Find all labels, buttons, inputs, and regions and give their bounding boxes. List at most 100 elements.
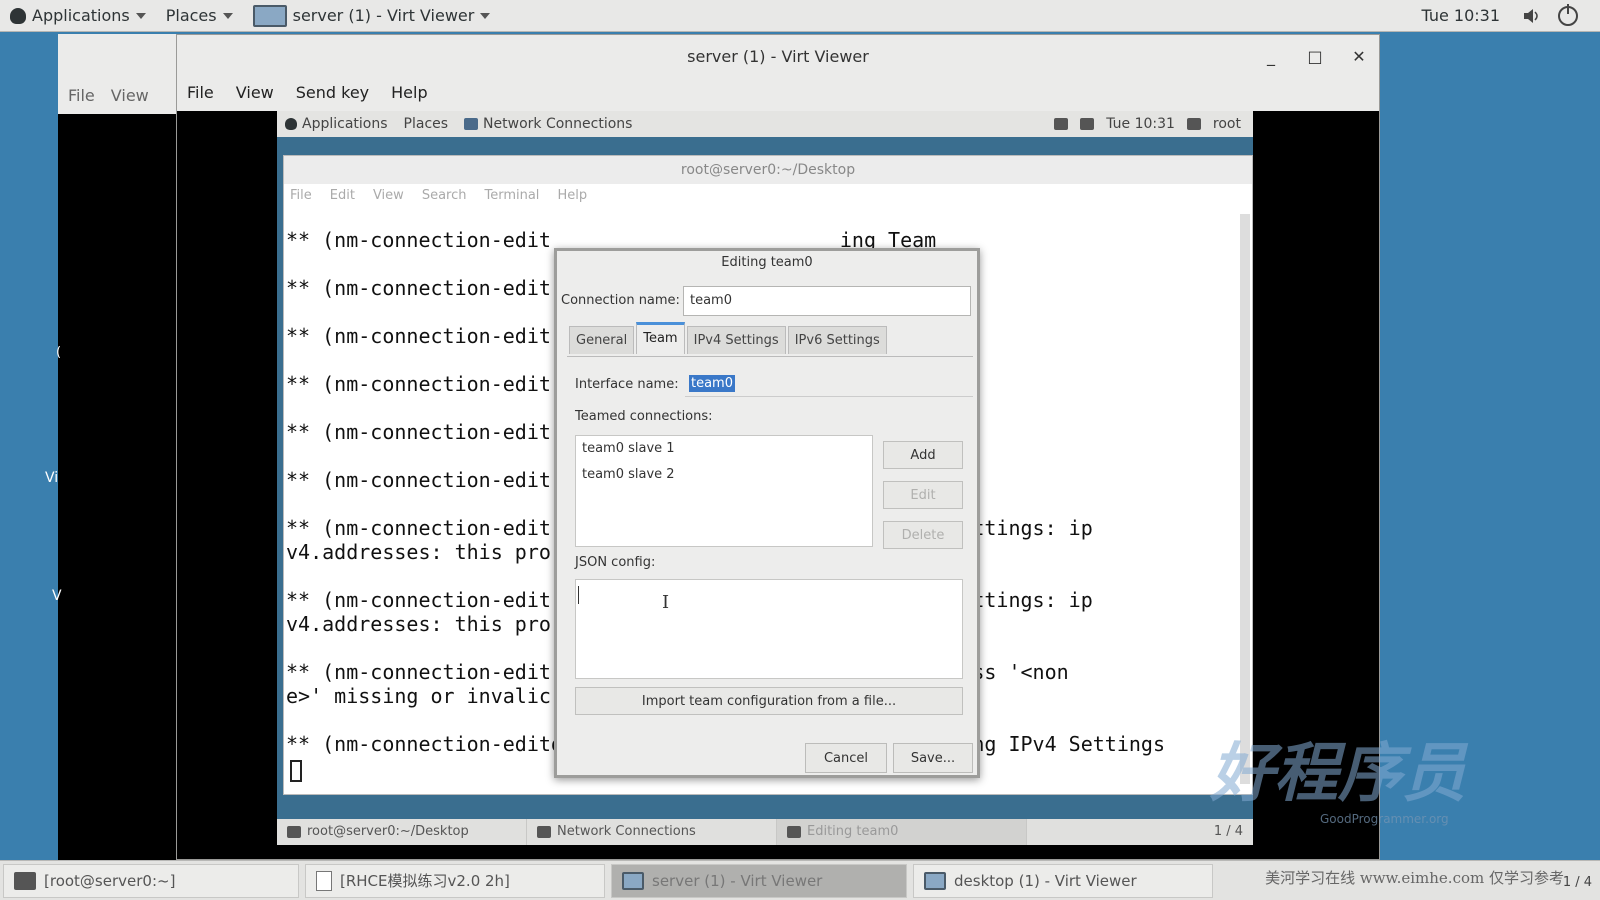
tab-ipv6-settings[interactable]: IPv6 Settings bbox=[787, 326, 887, 354]
guest-status-area: Tue 10:31 root bbox=[1054, 111, 1241, 137]
menu-help[interactable]: Help bbox=[391, 83, 427, 102]
connection-name-input[interactable]: team0 bbox=[683, 286, 971, 316]
active-window-label: server (1) - Virt Viewer bbox=[292, 6, 475, 25]
watermark-main: 好程序员 bbox=[1210, 736, 1466, 811]
import-config-button[interactable]: Import team configuration from a file... bbox=[575, 687, 963, 715]
guest-applications-menu[interactable]: Applications bbox=[277, 116, 396, 132]
tab-ipv4-settings[interactable]: IPv4 Settings bbox=[686, 326, 786, 354]
guest-places-label: Places bbox=[403, 116, 449, 132]
network-connections-icon bbox=[537, 826, 551, 838]
host-task-server-viewer[interactable]: server (1) - Virt Viewer bbox=[611, 863, 907, 898]
term-menu-terminal[interactable]: Terminal bbox=[484, 188, 539, 203]
terminal-cursor bbox=[290, 760, 302, 782]
dialog-title: Editing team0 bbox=[721, 255, 813, 270]
connection-name-label: Connection name: bbox=[561, 293, 680, 308]
guest-task-network[interactable]: Network Connections bbox=[527, 819, 777, 845]
virt-viewer-icon bbox=[924, 871, 946, 890]
bg-menu-file[interactable]: File bbox=[68, 86, 95, 105]
host-task-label: [RHCE模拟练习v2.0 2h] bbox=[340, 872, 510, 890]
desktop-label: Vi bbox=[45, 470, 59, 486]
places-label: Places bbox=[165, 6, 217, 25]
terminal-icon bbox=[14, 871, 36, 890]
text-caret bbox=[578, 586, 579, 604]
desktop-label: ( bbox=[56, 345, 62, 360]
list-item[interactable]: team0 slave 1 bbox=[576, 436, 872, 462]
chevron-down-icon bbox=[135, 12, 146, 19]
terminal-menubar: File Edit View Search Terminal Help bbox=[290, 188, 587, 203]
term-menu-file[interactable]: File bbox=[290, 188, 312, 203]
menu-file[interactable]: File bbox=[187, 83, 214, 102]
host-task-label: [root@server0:~] bbox=[44, 871, 176, 890]
close-icon[interactable]: ✕ bbox=[1347, 45, 1371, 69]
guest-desktop[interactable]: Applications Places Network Connections … bbox=[277, 111, 1253, 845]
term-menu-help[interactable]: Help bbox=[557, 188, 587, 203]
gnome-foot-icon bbox=[285, 118, 297, 130]
host-task-desktop-viewer[interactable]: desktop (1) - Virt Viewer bbox=[913, 863, 1213, 898]
gnome-foot-icon bbox=[10, 7, 26, 24]
terminal-scrollbar[interactable] bbox=[1240, 214, 1250, 784]
save-button[interactable]: Save... bbox=[893, 743, 973, 773]
host-clock[interactable]: Tue 10:31 bbox=[1421, 0, 1500, 32]
background-viewer-window[interactable]: File View bbox=[58, 34, 178, 860]
guest-taskbar: root@server0:~/Desktop Network Connectio… bbox=[277, 819, 1253, 845]
terminal-icon bbox=[287, 826, 301, 838]
menu-send-key[interactable]: Send key bbox=[296, 83, 369, 102]
json-config-textarea[interactable]: I bbox=[575, 579, 963, 679]
host-task-label: desktop (1) - Virt Viewer bbox=[954, 871, 1137, 890]
term-menu-search[interactable]: Search bbox=[422, 188, 467, 203]
team-tab-panel: Interface name: team0 Teamed connections… bbox=[567, 356, 973, 715]
terminal-title: root@server0:~/Desktop bbox=[284, 156, 1252, 184]
guest-places-menu[interactable]: Places bbox=[396, 116, 457, 132]
json-config-label: JSON config: bbox=[575, 555, 656, 570]
host-task-rhce[interactable]: [RHCE模拟练习v2.0 2h] bbox=[305, 863, 605, 898]
document-icon bbox=[316, 870, 332, 891]
desktop-label: V bbox=[52, 588, 62, 604]
network-connections-icon bbox=[464, 118, 479, 130]
interface-name-label: Interface name: bbox=[575, 377, 679, 392]
guest-task-terminal[interactable]: root@server0:~/Desktop bbox=[277, 819, 527, 845]
applications-menu[interactable]: Applications bbox=[0, 0, 156, 32]
active-window-menu[interactable]: server (1) - Virt Viewer bbox=[243, 0, 501, 32]
guest-task-label: Network Connections bbox=[557, 824, 696, 839]
term-menu-edit[interactable]: Edit bbox=[330, 188, 355, 203]
viewer-screen[interactable]: Applications Places Network Connections … bbox=[177, 111, 1379, 859]
host-top-bar: Applications Places server (1) - Virt Vi… bbox=[0, 0, 1600, 32]
delete-button[interactable]: Delete bbox=[883, 521, 963, 549]
tab-team[interactable]: Team bbox=[636, 322, 685, 354]
tab-general[interactable]: General bbox=[569, 326, 635, 354]
cancel-button[interactable]: Cancel bbox=[805, 743, 887, 773]
host-workspace-indicator[interactable]: 1 / 4 bbox=[1563, 875, 1592, 890]
network-icon[interactable] bbox=[1080, 118, 1095, 130]
network-connections-icon bbox=[787, 826, 801, 838]
virt-viewer-window: server (1) - Virt Viewer _ □ ✕ File View… bbox=[176, 34, 1380, 860]
volume-icon[interactable] bbox=[1522, 6, 1542, 26]
guest-task-editing[interactable]: Editing team0 bbox=[777, 819, 1027, 845]
guest-user[interactable]: root bbox=[1213, 116, 1241, 132]
power-icon[interactable] bbox=[1558, 4, 1578, 26]
user-icon bbox=[1186, 118, 1201, 130]
applications-label: Applications bbox=[32, 6, 130, 25]
host-taskbar: [root@server0:~] [RHCE模拟练习v2.0 2h] serve… bbox=[0, 860, 1600, 900]
places-menu[interactable]: Places bbox=[156, 0, 243, 32]
guest-active-window[interactable]: Network Connections bbox=[456, 116, 640, 132]
interface-name-input[interactable]: team0 bbox=[685, 371, 973, 397]
host-task-terminal[interactable]: [root@server0:~] bbox=[3, 863, 299, 898]
list-item[interactable]: team0 slave 2 bbox=[576, 462, 872, 488]
menu-view[interactable]: View bbox=[236, 83, 274, 102]
bg-viewer-menu: File View bbox=[68, 86, 149, 105]
add-button[interactable]: Add bbox=[883, 441, 963, 469]
minimize-icon[interactable]: _ bbox=[1259, 45, 1283, 69]
guest-task-label: Editing team0 bbox=[807, 824, 899, 839]
volume-icon[interactable] bbox=[1054, 118, 1069, 130]
bg-menu-view[interactable]: View bbox=[111, 86, 149, 105]
teamed-connections-list[interactable]: team0 slave 1 team0 slave 2 bbox=[575, 435, 873, 547]
edit-button[interactable]: Edit bbox=[883, 481, 963, 509]
terminal-window[interactable]: root@server0:~/Desktop File Edit View Se… bbox=[283, 155, 1253, 795]
guest-clock[interactable]: Tue 10:31 bbox=[1106, 116, 1175, 132]
guest-task-label: root@server0:~/Desktop bbox=[307, 824, 469, 839]
term-menu-view[interactable]: View bbox=[373, 188, 404, 203]
viewer-title: server (1) - Virt Viewer bbox=[687, 47, 869, 66]
guest-applications-label: Applications bbox=[302, 116, 388, 132]
maximize-icon[interactable]: □ bbox=[1303, 45, 1327, 69]
chevron-down-icon bbox=[222, 12, 233, 19]
